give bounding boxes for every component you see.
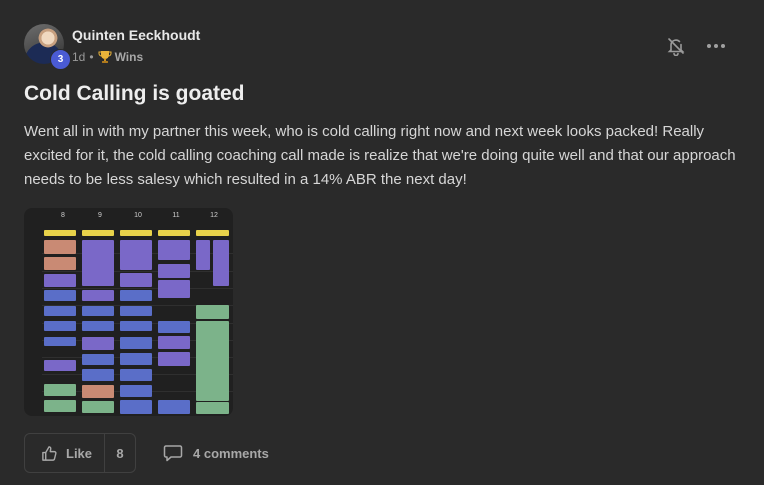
calendar-event — [120, 337, 152, 349]
calendar-event — [213, 240, 229, 286]
calendar-event — [120, 321, 152, 331]
calendar-event — [158, 321, 190, 333]
like-label: Like — [66, 445, 93, 461]
calendar-event — [44, 240, 76, 254]
calendar-screenshot-image[interactable]: 8 9 10 11 12 — [24, 208, 233, 416]
calendar-event — [196, 402, 229, 414]
calendar-event — [158, 352, 190, 366]
calendar-event — [196, 305, 229, 319]
comments-button[interactable]: 4 comments — [163, 444, 269, 462]
calendar-event — [82, 385, 114, 398]
grid-line — [42, 271, 233, 272]
calendar-event — [44, 274, 76, 287]
post-card: 3 Quinten Eeckhoudt 1d • Wins Cold Calli… — [0, 0, 764, 485]
more-horizontal-icon[interactable] — [704, 36, 728, 56]
calendar-event — [82, 401, 114, 413]
calendar-event — [158, 336, 190, 349]
calendar-event — [196, 240, 210, 270]
calendar-event — [120, 273, 152, 287]
calendar-event — [82, 321, 114, 331]
calendar-event — [196, 321, 229, 401]
calendar-event — [44, 290, 76, 301]
calendar-event — [120, 230, 152, 236]
author-avatar-wrap[interactable]: 3 — [24, 24, 71, 70]
like-control: Like 8 — [24, 433, 136, 473]
calendar-event — [44, 384, 76, 396]
calendar-event — [82, 354, 114, 365]
like-button[interactable]: Like — [25, 434, 105, 472]
day-header: 12 — [210, 212, 218, 219]
calendar-event — [44, 400, 76, 412]
calendar-event — [44, 306, 76, 316]
calendar-event — [82, 240, 114, 286]
day-header: 9 — [98, 212, 102, 219]
day-header: 8 — [61, 212, 65, 219]
grid-line — [42, 288, 233, 289]
post-body: Went all in with my partner this week, w… — [24, 123, 736, 188]
calendar-event — [44, 360, 76, 371]
calendar-event — [82, 230, 114, 236]
calendar-event — [82, 306, 114, 316]
calendar-event — [120, 290, 152, 301]
author-name[interactable]: Quinten Eeckhoudt — [72, 27, 200, 43]
calendar-day-headers: 8 9 10 11 12 — [24, 208, 233, 222]
thumbs-up-icon — [42, 445, 57, 461]
post-time[interactable]: 1d — [72, 50, 85, 64]
calendar-event — [120, 306, 152, 316]
calendar-event — [158, 280, 190, 298]
post-meta: 1d • Wins — [72, 50, 143, 64]
calendar-event — [120, 353, 152, 365]
meta-separator: • — [89, 50, 94, 64]
calendar-event — [82, 337, 114, 350]
calendar-event — [44, 321, 76, 331]
bell-off-icon[interactable] — [666, 36, 686, 57]
calendar-event — [196, 230, 229, 236]
calendar-event — [120, 400, 152, 414]
trophy-icon — [98, 50, 112, 64]
calendar-event — [44, 230, 76, 236]
day-header: 10 — [134, 212, 142, 219]
post-category[interactable]: Wins — [115, 50, 144, 64]
calendar-event — [82, 369, 114, 381]
calendar-event — [158, 264, 190, 278]
calendar-event — [158, 230, 190, 236]
calendar-event — [44, 257, 76, 270]
level-badge: 3 — [50, 49, 71, 70]
calendar-event — [158, 400, 190, 414]
like-count[interactable]: 8 — [105, 446, 135, 461]
comments-label: 4 comments — [193, 445, 269, 461]
calendar-event — [44, 337, 76, 346]
comment-icon — [163, 445, 183, 462]
calendar-event — [158, 240, 190, 260]
post-title: Cold Calling is goated — [24, 82, 245, 105]
calendar-event — [120, 240, 152, 270]
calendar-event — [82, 290, 114, 301]
day-header: 11 — [172, 212, 180, 219]
calendar-event — [120, 385, 152, 397]
calendar-event — [120, 369, 152, 381]
